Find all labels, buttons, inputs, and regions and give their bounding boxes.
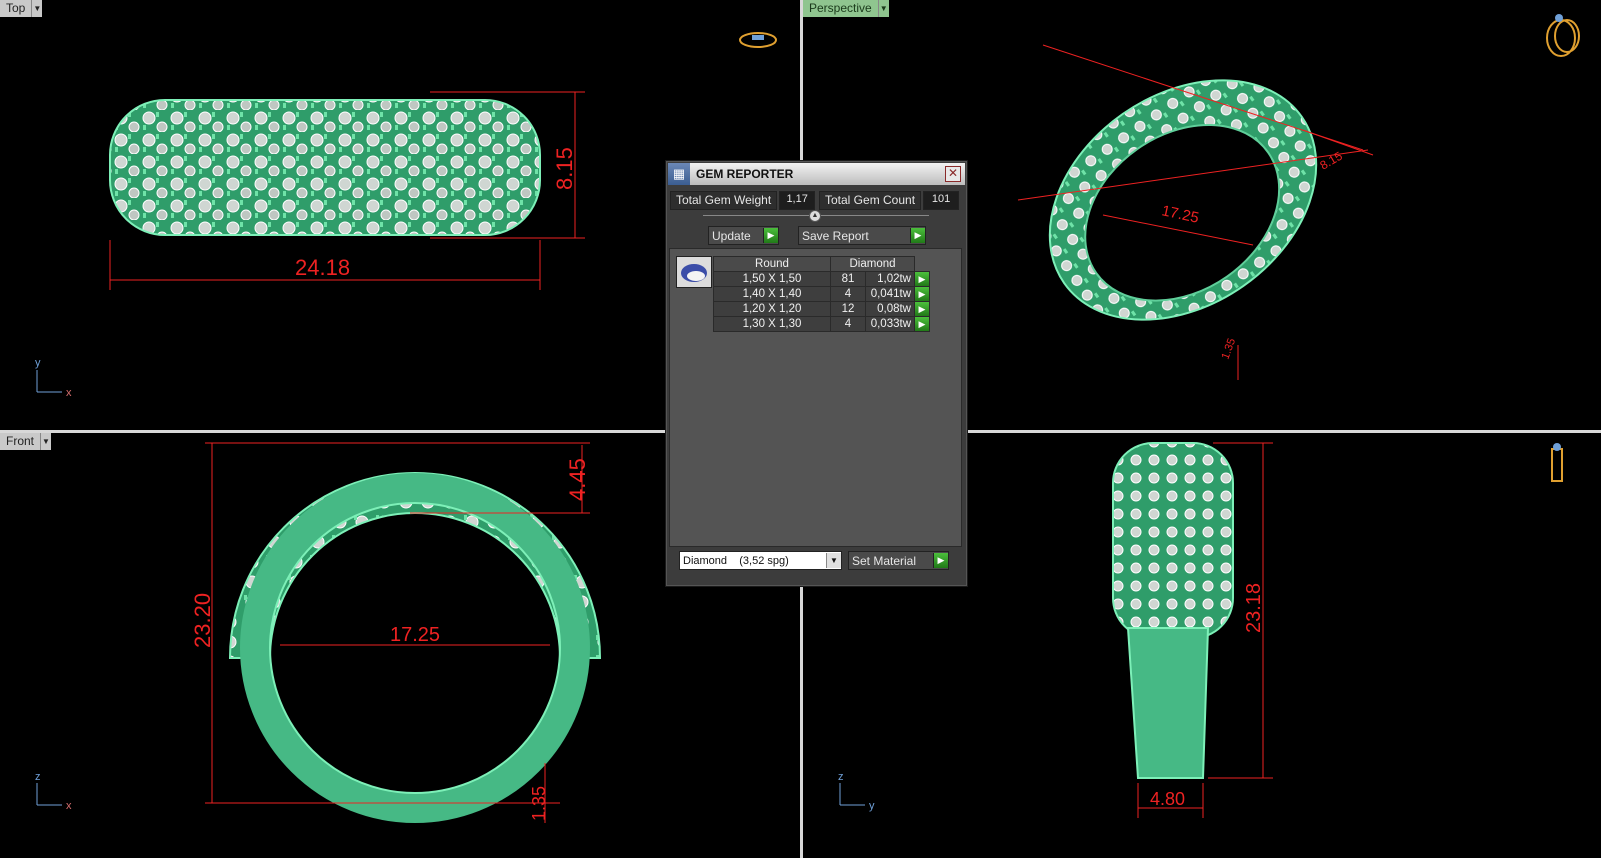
play-arrow-icon[interactable]: ▶ xyxy=(915,317,929,331)
total-gem-weight-label: Total Gem Weight xyxy=(670,191,778,210)
table-row[interactable]: 1,40 X 1,40 4 0,041tw ▶ xyxy=(713,286,930,302)
gem-icon xyxy=(681,264,707,282)
viewport-name-perspective[interactable]: Perspective xyxy=(803,0,879,17)
panel-title-bar[interactable]: ▦ GEM REPORTER ✕ xyxy=(668,163,965,185)
total-gem-weight: Total Gem Weight 1,17 xyxy=(670,191,816,210)
viewport-tab-front[interactable]: Front ▼ xyxy=(0,433,52,450)
material-select-value: Diamond (3,52 spg) xyxy=(683,554,789,567)
right-height-dim: 23.18 xyxy=(1243,583,1265,633)
gem-reporter-icon: ▦ xyxy=(668,163,690,185)
svg-text:y: y xyxy=(869,800,875,812)
table-header-row: Round Diamond xyxy=(713,256,930,272)
ring-icon xyxy=(1546,14,1580,57)
play-arrow-icon[interactable]: ▶ xyxy=(915,287,929,301)
gem-table: Round Diamond 1,50 X 1,50 81 1,02tw ▶ 1,… xyxy=(713,256,930,332)
round-gem-thumbnail[interactable] xyxy=(676,256,712,288)
gem-list-area: Round Diamond 1,50 X 1,50 81 1,02tw ▶ 1,… xyxy=(669,248,962,547)
ring-side-shank xyxy=(1126,627,1210,779)
save-report-button[interactable]: Save Report ▶ xyxy=(798,226,926,245)
total-gem-count-label: Total Gem Count xyxy=(819,191,922,210)
ring-icon xyxy=(1551,443,1563,482)
top-width-dim: 24.18 xyxy=(295,255,350,280)
table-row[interactable]: 1,30 X 1,30 4 0,033tw ▶ xyxy=(713,316,930,332)
axis-gizmo-front xyxy=(36,783,62,806)
front-top-dim: 4.45 xyxy=(565,458,590,501)
play-arrow-icon[interactable]: ▶ xyxy=(915,272,929,286)
table-row[interactable]: 1,50 X 1,50 81 1,02tw ▶ xyxy=(713,271,930,287)
svg-text:z: z xyxy=(838,771,844,783)
column-header-material: Diamond xyxy=(830,256,915,272)
ring-side-gem-column xyxy=(1112,442,1234,639)
material-select[interactable]: Diamond (3,52 spg) ▼ xyxy=(679,551,842,570)
front-bottom-dim: 1.35 xyxy=(529,786,549,821)
viewport-name-front[interactable]: Front xyxy=(0,433,42,450)
axis-gizmo-top xyxy=(36,370,62,393)
close-icon[interactable]: ✕ xyxy=(945,166,961,182)
total-gem-count-value: 101 xyxy=(923,191,960,210)
ring-icon xyxy=(739,32,777,48)
viewport-tab-top[interactable]: Top ▼ xyxy=(0,0,43,17)
chevron-down-icon[interactable]: ▼ xyxy=(878,0,889,17)
chevron-down-icon[interactable]: ▼ xyxy=(826,553,841,568)
collapse-toggle-icon[interactable]: ▲ xyxy=(809,210,821,222)
column-header-shape: Round xyxy=(713,256,831,272)
save-report-button-label: Save Report xyxy=(802,228,869,243)
table-row[interactable]: 1,20 X 1,20 12 0,08tw ▶ xyxy=(713,301,930,317)
svg-text:x: x xyxy=(66,387,72,399)
play-arrow-icon[interactable]: ▶ xyxy=(910,228,925,243)
perspective-wall-dim: 1.35 xyxy=(1220,337,1239,361)
panel-title: GEM REPORTER xyxy=(696,167,794,181)
total-gem-count: Total Gem Count 101 xyxy=(819,191,960,210)
ring-front-shank xyxy=(240,473,590,823)
chevron-down-icon[interactable]: ▼ xyxy=(32,0,43,17)
svg-text:y: y xyxy=(35,357,41,369)
right-width-dim: 4.80 xyxy=(1150,789,1185,809)
play-arrow-icon[interactable]: ▶ xyxy=(915,302,929,316)
front-height-dim: 23.20 xyxy=(190,593,215,648)
svg-text:z: z xyxy=(35,771,41,783)
gem-reporter-panel[interactable]: ▦ GEM REPORTER ✕ Total Gem Weight 1,17 T… xyxy=(665,160,968,587)
total-gem-weight-value: 1,17 xyxy=(779,191,816,210)
ring-top-body xyxy=(109,99,541,236)
play-arrow-icon[interactable]: ▶ xyxy=(933,553,948,568)
svg-text:x: x xyxy=(66,800,72,812)
play-arrow-icon[interactable]: ▶ xyxy=(763,228,778,243)
viewport-tab-perspective[interactable]: Perspective ▼ xyxy=(803,0,889,17)
update-button-label: Update xyxy=(712,228,751,243)
set-material-button[interactable]: Set Material ▶ xyxy=(848,551,949,570)
chevron-down-icon[interactable]: ▼ xyxy=(41,433,52,450)
front-inner-dim: 17.25 xyxy=(390,624,440,646)
set-material-button-label: Set Material xyxy=(852,553,917,568)
axis-gizmo-right xyxy=(839,783,865,806)
viewport-name-top[interactable]: Top xyxy=(0,0,33,17)
update-button[interactable]: Update ▶ xyxy=(708,226,779,245)
top-height-dim: 8.15 xyxy=(552,147,577,190)
perspective-depth-dim: 8.15 xyxy=(1318,149,1346,173)
